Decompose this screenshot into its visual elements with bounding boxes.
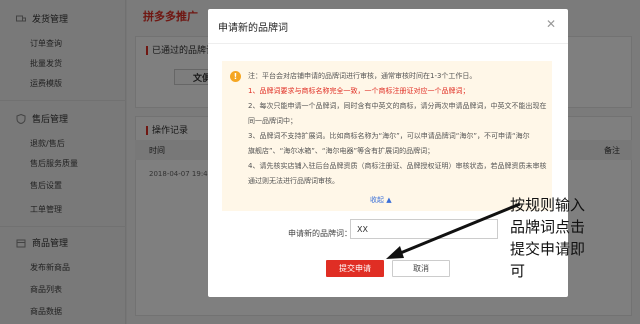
brand-name-input[interactable] (350, 219, 498, 239)
divider (208, 43, 568, 44)
close-icon[interactable]: ✕ (546, 17, 556, 31)
submit-button[interactable]: 提交申请 (326, 260, 384, 277)
cancel-button[interactable]: 取消 (392, 260, 450, 277)
collapse-label: 收起 (370, 196, 384, 204)
collapse-toggle[interactable]: 收起 ▲ (370, 195, 392, 205)
chevron-up-icon: ▲ (386, 196, 392, 204)
warning-icon: ! (230, 71, 241, 82)
notice-line: 3、品牌词不支持扩展词。比如商标名称为“海尔”，可以申请品牌词“海尔”，不可申请… (248, 132, 530, 140)
notice-line: 旗舰店”、“海尔冰箱”、“海尔电器”等含有扩展词的品牌词； (248, 147, 435, 155)
notice-line: 注：平台会对店铺申请的品牌词进行审核，通常审核时间在1-3个工作日。 (248, 72, 477, 80)
notice-line: 1、品牌词要求与商标名称完全一致，一个商标注册证对应一个品牌词； (248, 87, 470, 95)
notice-line: 2、每次只能申请一个品牌词，同时含有中英文的商标，请分两次申请品牌词，中英文不能… (248, 102, 547, 110)
notice-line: 通过则无法进行品牌词审核。 (248, 177, 339, 185)
notice-line: 4、请先核实店铺入驻后台品牌资质（商标注册证、品牌授权证明）审核状态，若品牌资质… (248, 162, 547, 170)
annotation-text: 按规则输入品牌词点击提交申请即可 (510, 196, 586, 280)
notice-box: ! 注：平台会对店铺申请的品牌词进行审核，通常审核时间在1-3个工作日。 1、品… (222, 61, 552, 211)
brand-field-label: 申请新的品牌词： (288, 229, 352, 238)
dialog-title: 申请新的品牌词 (218, 23, 288, 34)
notice-line: 同一品牌词中； (248, 117, 297, 125)
